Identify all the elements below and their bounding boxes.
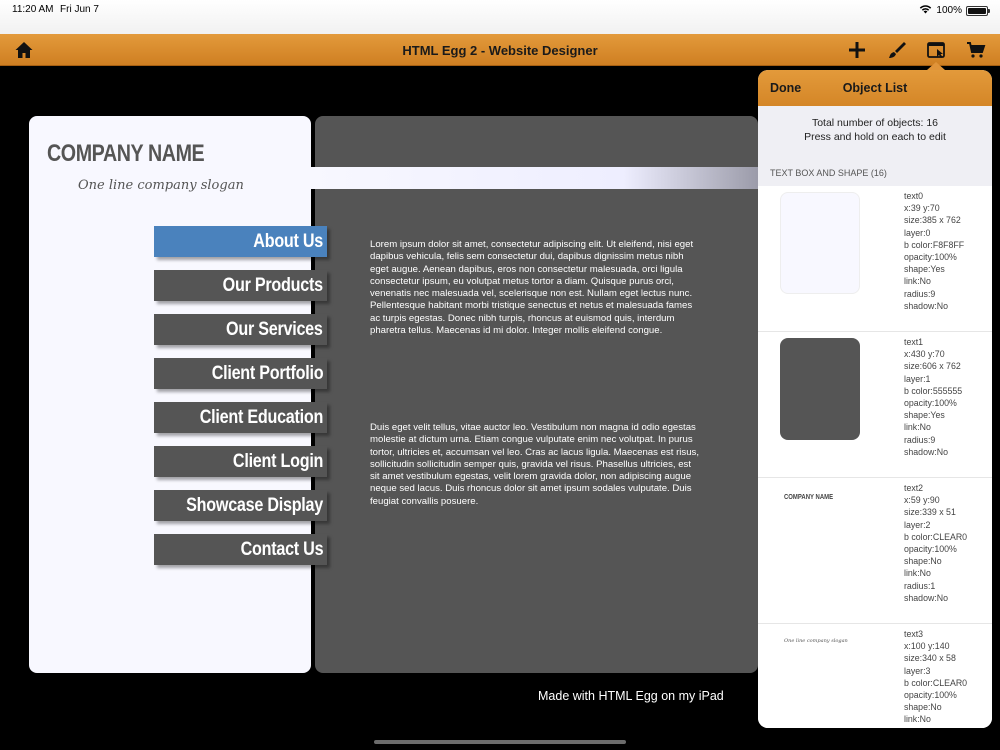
prop-line: layer:1 (904, 373, 931, 384)
prop-line: opacity:100% (904, 252, 957, 263)
prop-line: x:100 y:140 (904, 641, 950, 652)
object-item[interactable]: COMPANY NAME text2 x:59 y:90 size:339 x … (758, 478, 992, 624)
nav-label: Contact Us (240, 539, 323, 560)
prop-line: size:339 x 51 (904, 507, 956, 518)
object-props: text1 x:430 y:70 size:606 x 762 layer:1 … (904, 336, 962, 458)
prop-line: x:39 y:70 (904, 203, 940, 214)
brush-icon[interactable] (885, 39, 909, 61)
popover-header: Done Object List (758, 70, 992, 106)
popover-title: Object List (842, 81, 908, 95)
object-thumbnail (780, 192, 860, 294)
prop-line: radius:9 (904, 288, 936, 299)
object-props: text2 x:59 y:90 size:339 x 51 layer:2 b … (904, 482, 967, 604)
prop-line: opacity:100% (904, 398, 957, 409)
wifi-icon (919, 4, 932, 17)
nav-label: Our Services (226, 319, 323, 340)
app-root: 11:20 AM Fri Jun 7 100% HTML Egg 2 - Web… (0, 0, 1000, 750)
prop-line: shape:Yes (904, 264, 945, 275)
object-item[interactable]: text0 x:39 y:70 size:385 x 762 layer:0 b… (758, 186, 992, 332)
prop-line: shadow:No (904, 300, 949, 311)
prop-line: shadow:No (904, 592, 949, 603)
prop-line: size:606 x 762 (904, 361, 961, 372)
object-thumbnail-text: One line company slogan (784, 638, 848, 644)
prop-line: link:No (904, 714, 931, 725)
popover-info: Total number of objects: 16 Press and ho… (758, 106, 992, 164)
prop-line: x:59 y:90 (904, 495, 940, 506)
prop-line: text3 (904, 629, 924, 639)
nav-showcase-display[interactable]: Showcase Display (154, 490, 327, 521)
prop-line: text0 (904, 191, 924, 201)
prop-line: layer:3 (904, 665, 931, 676)
status-bar: 11:20 AM Fri Jun 7 100% (0, 0, 1000, 34)
body-paragraph-1[interactable]: Lorem ipsum dolor sit amet, consectetur … (370, 239, 700, 337)
nav-label: Client Portfolio (211, 363, 323, 384)
prop-line: text2 (904, 483, 924, 493)
nav-client-portfolio[interactable]: Client Portfolio (154, 358, 327, 389)
object-props: text0 x:39 y:70 size:385 x 762 layer:0 b… (904, 190, 964, 312)
prop-line: layer:2 (904, 519, 931, 530)
prop-line: b color:F8F8FF (904, 239, 965, 250)
prop-line: opacity:100% (904, 690, 957, 701)
prop-line: b color:CLEAR0 (904, 677, 968, 688)
nav-our-products[interactable]: Our Products (154, 270, 327, 301)
nav-label: Our Products (222, 275, 323, 296)
cart-icon[interactable] (964, 39, 988, 61)
status-time: 11:20 AM (12, 4, 54, 15)
prop-line: text1 (904, 337, 924, 347)
status-date: Fri Jun 7 (60, 4, 99, 15)
prop-line: shape:No (904, 556, 942, 567)
home-indicator (374, 740, 626, 744)
nav-label: About Us (253, 231, 323, 252)
object-item[interactable]: text1 x:430 y:70 size:606 x 762 layer:1 … (758, 332, 992, 478)
nav-our-services[interactable]: Our Services (154, 314, 327, 345)
object-list-popover: Done Object List Total number of objects… (758, 70, 992, 728)
prop-line: size:340 x 58 (904, 653, 956, 664)
prop-line: shape:No (904, 702, 942, 713)
nav-label: Showcase Display (186, 495, 323, 516)
nav-about-us[interactable]: About Us (154, 226, 327, 257)
plus-icon[interactable] (845, 39, 869, 61)
nav-label: Client Education (199, 407, 324, 428)
prop-line: shadow:No (904, 446, 949, 457)
company-name[interactable]: COMPANY NAME (47, 140, 205, 168)
app-toolbar: HTML Egg 2 - Website Designer (0, 34, 1000, 66)
footer-text[interactable]: Made with HTML Egg on my iPad (538, 689, 724, 703)
battery-percent: 100% (936, 5, 962, 16)
object-thumbnail (780, 338, 860, 440)
prop-line: shape:Yes (904, 410, 945, 421)
prop-line: b color:555555 (904, 385, 963, 396)
prop-line: x:430 y:70 (904, 349, 945, 360)
status-right: 100% (919, 4, 990, 17)
battery-icon (966, 5, 990, 16)
section-header: TEXT BOX AND SHAPE (16) (758, 164, 992, 184)
header-band (305, 167, 760, 189)
object-item[interactable]: One line company slogan text3 x:100 y:14… (758, 624, 992, 728)
prop-line: link:No (904, 276, 931, 287)
body-paragraph-2[interactable]: Duis eget velit tellus, vitae auctor leo… (370, 422, 700, 508)
nav-contact-us[interactable]: Contact Us (154, 534, 327, 565)
company-slogan[interactable]: One line company slogan (78, 178, 244, 193)
object-list: text0 x:39 y:70 size:385 x 762 layer:0 b… (758, 186, 992, 728)
object-count: Total number of objects: 16 (811, 117, 939, 129)
object-thumbnail-text: COMPANY NAME (784, 494, 834, 501)
nav-client-education[interactable]: Client Education (154, 402, 327, 433)
edit-hint: Press and hold on each to edit (804, 131, 946, 143)
popover-arrow (927, 62, 945, 70)
object-list-icon[interactable] (924, 39, 948, 61)
prop-line: radius:1 (904, 580, 936, 591)
prop-line: link:No (904, 568, 931, 579)
nav-client-login[interactable]: Client Login (154, 446, 327, 477)
prop-line: layer:0 (904, 227, 931, 238)
prop-line: b color:CLEAR0 (904, 531, 968, 542)
nav-label: Client Login (232, 451, 324, 472)
prop-line: size:385 x 762 (904, 215, 961, 226)
sidebar-panel[interactable] (29, 116, 311, 673)
prop-line: link:No (904, 422, 931, 433)
prop-line: opacity:100% (904, 544, 957, 555)
prop-line: radius:9 (904, 434, 936, 445)
object-props: text3 x:100 y:140 size:340 x 58 layer:3 … (904, 628, 967, 726)
content-panel[interactable] (315, 116, 758, 673)
